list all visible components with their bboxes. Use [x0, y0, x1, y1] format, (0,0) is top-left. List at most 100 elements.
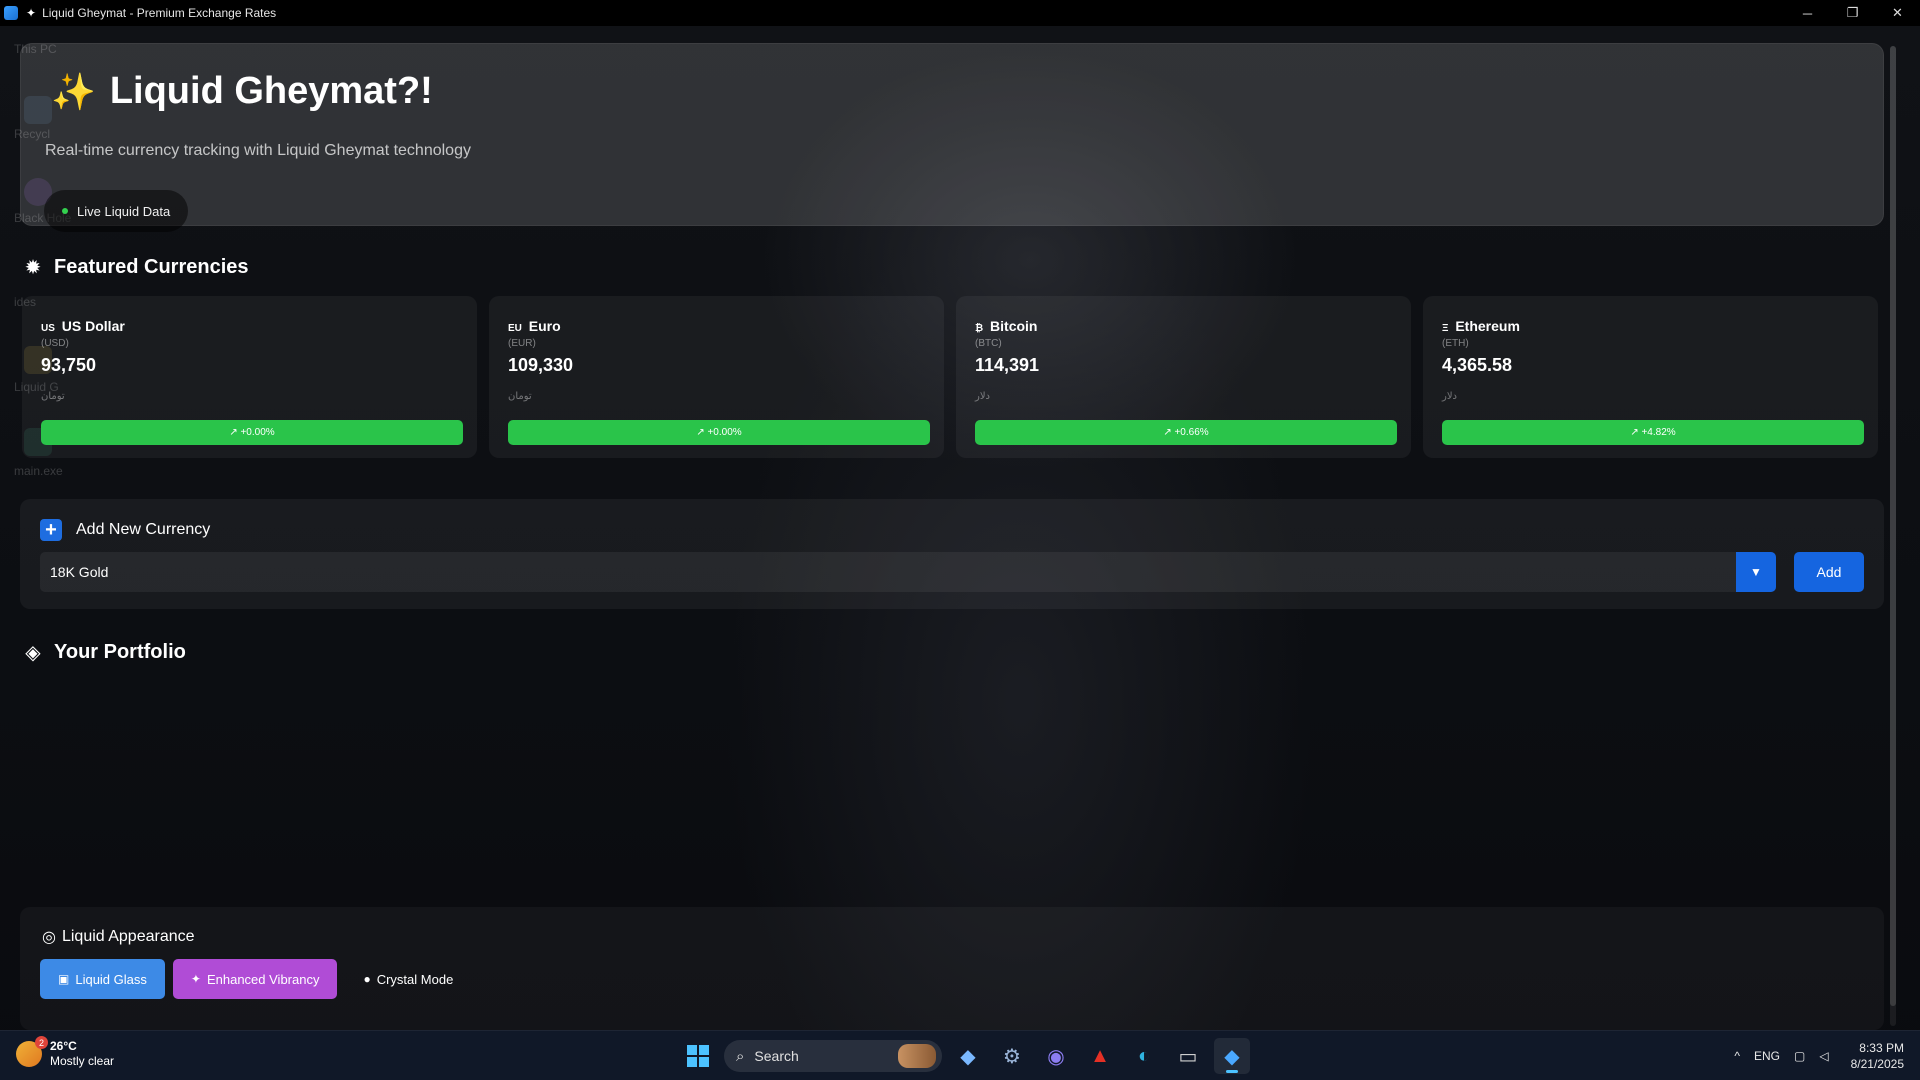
mode-label: Crystal Mode [376, 971, 454, 987]
system-tray: ^ ENG ▢ ◁ 8:33 PM 8/21/2025 [1720, 1031, 1904, 1080]
network-icon[interactable]: ▢ [1794, 1049, 1805, 1063]
currency-value: 109,330 [508, 355, 574, 375]
copilot-icon[interactable]: ◆ [950, 1038, 986, 1074]
currency-name-text: Ethereum [1455, 318, 1520, 334]
app-icon [4, 6, 18, 20]
currency-name-text: US Dollar [61, 318, 125, 334]
taskbar-apps: ⌕ Search ◆ ⚙ ◉ ▲ ◐ ▭ ◆ [680, 1038, 1250, 1074]
page-title: ✨ Liquid Gheymat?! [51, 70, 433, 113]
edge-icon[interactable]: ◐ [1126, 1038, 1162, 1074]
currency-unit: تومان [41, 391, 65, 402]
currency-unit: دلار [1442, 391, 1457, 402]
flag-icon: EU [508, 323, 522, 334]
add-currency-button[interactable]: Add [1794, 552, 1864, 592]
plus-icon: + [40, 519, 62, 541]
currency-code: (ETH) [1442, 338, 1469, 349]
palette-icon: ◎ [42, 929, 56, 946]
weather-text: 26°C Mostly clear [50, 1039, 114, 1069]
taskbar: 2 26°C Mostly clear ⌕ Search ◆ ⚙ ◉ ▲ ◐ ▭… [0, 1030, 1920, 1080]
clock[interactable]: 8:33 PM 8/21/2025 [1851, 1040, 1904, 1072]
acrobat-icon[interactable]: ▲ [1082, 1038, 1118, 1074]
appearance-heading: ◎ Liquid Appearance [42, 927, 195, 947]
liquid-glass-button[interactable]: ▣ Liquid Glass [40, 959, 165, 999]
currency-value: 93,750 [41, 355, 97, 375]
weather-widget[interactable]: 2 26°C Mostly clear [16, 1036, 114, 1069]
minimize-button[interactable]: ─ [1785, 0, 1830, 26]
portfolio-heading-text: Your Portfolio [54, 641, 186, 663]
page-subtitle: Real-time currency tracking with Liquid … [45, 142, 471, 159]
page-title-text: Liquid Gheymat?! [109, 70, 433, 112]
clock-date: 8/21/2025 [1850, 1057, 1904, 1071]
window-titlebar[interactable]: ✦ Liquid Gheymat - Premium Exchange Rate… [0, 0, 1920, 26]
sparkles-icon: ✦ [26, 6, 37, 20]
scrollbar[interactable] [1890, 46, 1896, 1026]
hero-panel: ✨ Liquid Gheymat?! Real-time currency tr… [20, 43, 1884, 232]
currency-name: EU Euro [508, 318, 561, 334]
search-label: Search [754, 1048, 799, 1064]
app-window: ✨ Liquid Gheymat?! Real-time currency tr… [0, 26, 1920, 1030]
currency-code: (EUR) [508, 338, 536, 349]
change-badge: ↗ +0.00% [508, 420, 930, 445]
language-indicator[interactable]: ENG [1754, 1049, 1780, 1063]
chevron-up-icon[interactable]: ^ [1734, 1049, 1740, 1063]
taskbar-search[interactable]: ⌕ Search [724, 1040, 942, 1072]
chevron-down-icon[interactable]: ▼ [1736, 552, 1776, 592]
settings-icon[interactable]: ⚙ [994, 1038, 1030, 1074]
currency-select[interactable]: 18K Gold ▼ [40, 552, 1776, 592]
glass-icon: ▣ [58, 972, 70, 986]
add-currency-title: Add New Currency [76, 521, 211, 538]
currency-unit: دلار [975, 391, 990, 402]
currency-card-usd[interactable]: US US Dollar (USD) 93,750 تومان ↗ +0.00% [22, 296, 477, 458]
volume-icon[interactable]: ◁ [1819, 1049, 1828, 1063]
currency-name: Ξ Ethereum [1442, 318, 1520, 334]
window-title: Liquid Gheymat - Premium Exchange Rates [42, 6, 277, 20]
clock-time: 8:33 PM [1859, 1041, 1904, 1055]
weather-icon: 2 [16, 1036, 48, 1067]
restore-button[interactable]: ❐ [1830, 0, 1875, 26]
crystal-mode-button[interactable]: ● Crystal Mode [345, 959, 471, 999]
change-badge: ↗ +0.00% [41, 420, 463, 445]
currency-name: ₿ Bitcoin [975, 318, 1038, 334]
messenger-icon[interactable]: ◉ [1038, 1038, 1074, 1074]
currency-value: 4,365.58 [1442, 355, 1513, 375]
live-status-label: Live Liquid Data [77, 203, 171, 219]
gem-icon: ◈ [25, 642, 41, 664]
search-icon: ⌕ [736, 1047, 745, 1065]
featured-cards: US US Dollar (USD) 93,750 تومان ↗ +0.00%… [22, 296, 1878, 458]
weather-temp: 26°C [50, 1039, 77, 1053]
add-currency-panel: + Add New Currency 18K Gold ▼ Add [20, 499, 1884, 609]
bitcoin-icon: ₿ [975, 323, 984, 334]
appearance-title: Liquid Appearance [61, 928, 195, 945]
currency-unit: تومان [508, 391, 532, 402]
currency-card-eth[interactable]: Ξ Ethereum (ETH) 4,365.58 دلار ↗ +4.82% [1423, 296, 1878, 458]
mode-label: Enhanced Vibrancy [206, 971, 320, 987]
windows-icon [687, 1045, 709, 1067]
currency-select-value: 18K Gold [50, 564, 109, 580]
currency-name-text: Bitcoin [990, 318, 1038, 334]
add-currency-heading: + Add New Currency [40, 519, 210, 541]
currency-name-text: Euro [528, 318, 561, 334]
terminal-icon[interactable]: ▭ [1170, 1038, 1206, 1074]
change-badge: ↗ +0.66% [975, 420, 1397, 445]
currency-card-eur[interactable]: EU Euro (EUR) 109,330 تومان ↗ +0.00% [489, 296, 944, 458]
appearance-mode-buttons: ▣ Liquid Glass ✦ Enhanced Vibrancy ● Cry… [40, 959, 471, 999]
currency-code: (USD) [41, 338, 69, 349]
mode-label: Liquid Glass [75, 971, 147, 987]
enhanced-vibrancy-button[interactable]: ✦ Enhanced Vibrancy [172, 959, 338, 999]
start-button[interactable] [680, 1038, 716, 1074]
scrollbar-thumb[interactable] [1890, 46, 1896, 1006]
currency-value: 114,391 [975, 355, 1040, 375]
sparkles-icon: ✨ [51, 70, 96, 112]
liquid-gheymat-icon[interactable]: ◆ [1214, 1038, 1250, 1074]
close-button[interactable]: ✕ [1875, 0, 1920, 26]
appearance-panel: ◎ Liquid Appearance ▣ Liquid Glass ✦ Enh… [20, 907, 1884, 1030]
search-highlight-image [898, 1044, 936, 1068]
change-badge: ↗ +4.82% [1442, 420, 1864, 445]
featured-heading-text: Featured Currencies [54, 256, 249, 278]
currency-name: US US Dollar [41, 318, 125, 334]
currency-code: (BTC) [975, 338, 1002, 349]
sparkle-icon: ✦ [190, 972, 201, 986]
flag-icon: US [41, 323, 55, 334]
sunburst-icon: ✹ [24, 257, 42, 279]
currency-card-btc[interactable]: ₿ Bitcoin (BTC) 114,391 دلار ↗ +0.66% [956, 296, 1411, 458]
